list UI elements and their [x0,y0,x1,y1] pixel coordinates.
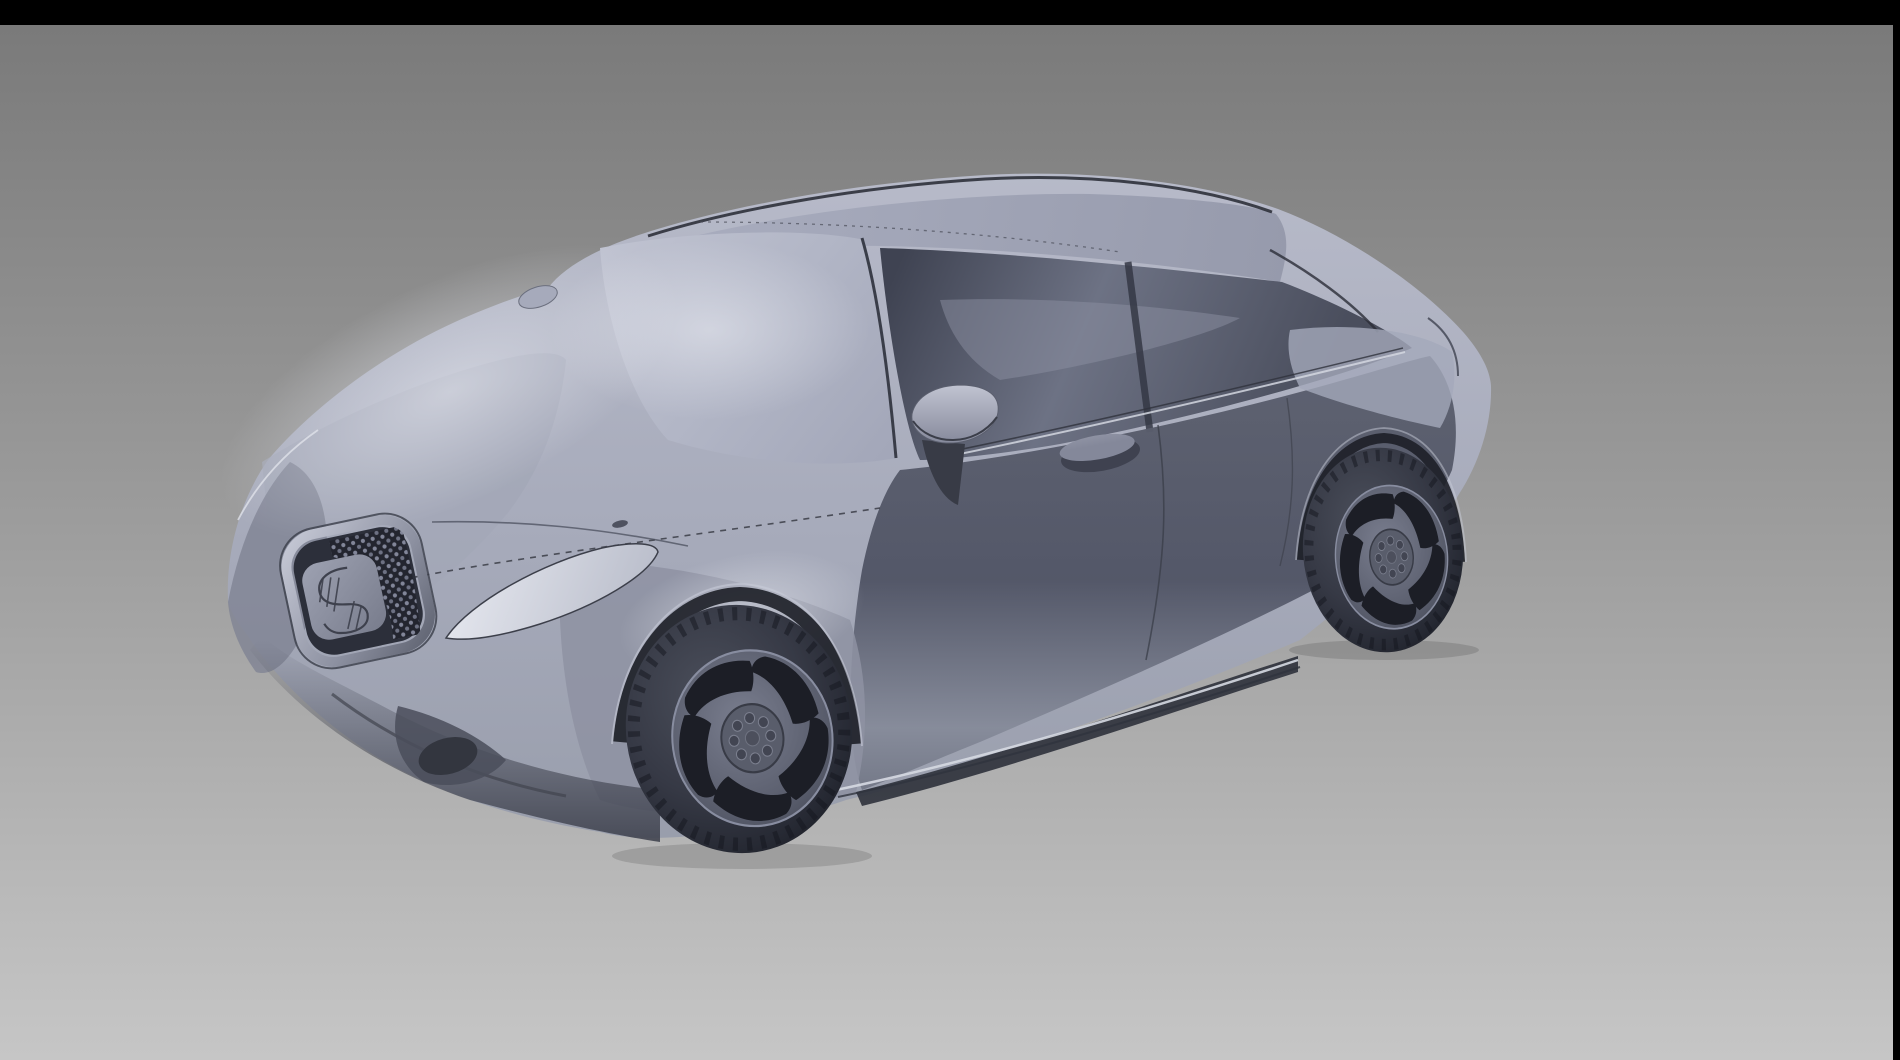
car-3d-model[interactable] [0,25,1893,1060]
front-grille[interactable] [273,507,443,676]
letterbox-right [1893,0,1900,1060]
app-window [0,0,1900,1060]
render-viewport[interactable] [0,25,1893,1060]
letterbox-top [0,0,1900,25]
